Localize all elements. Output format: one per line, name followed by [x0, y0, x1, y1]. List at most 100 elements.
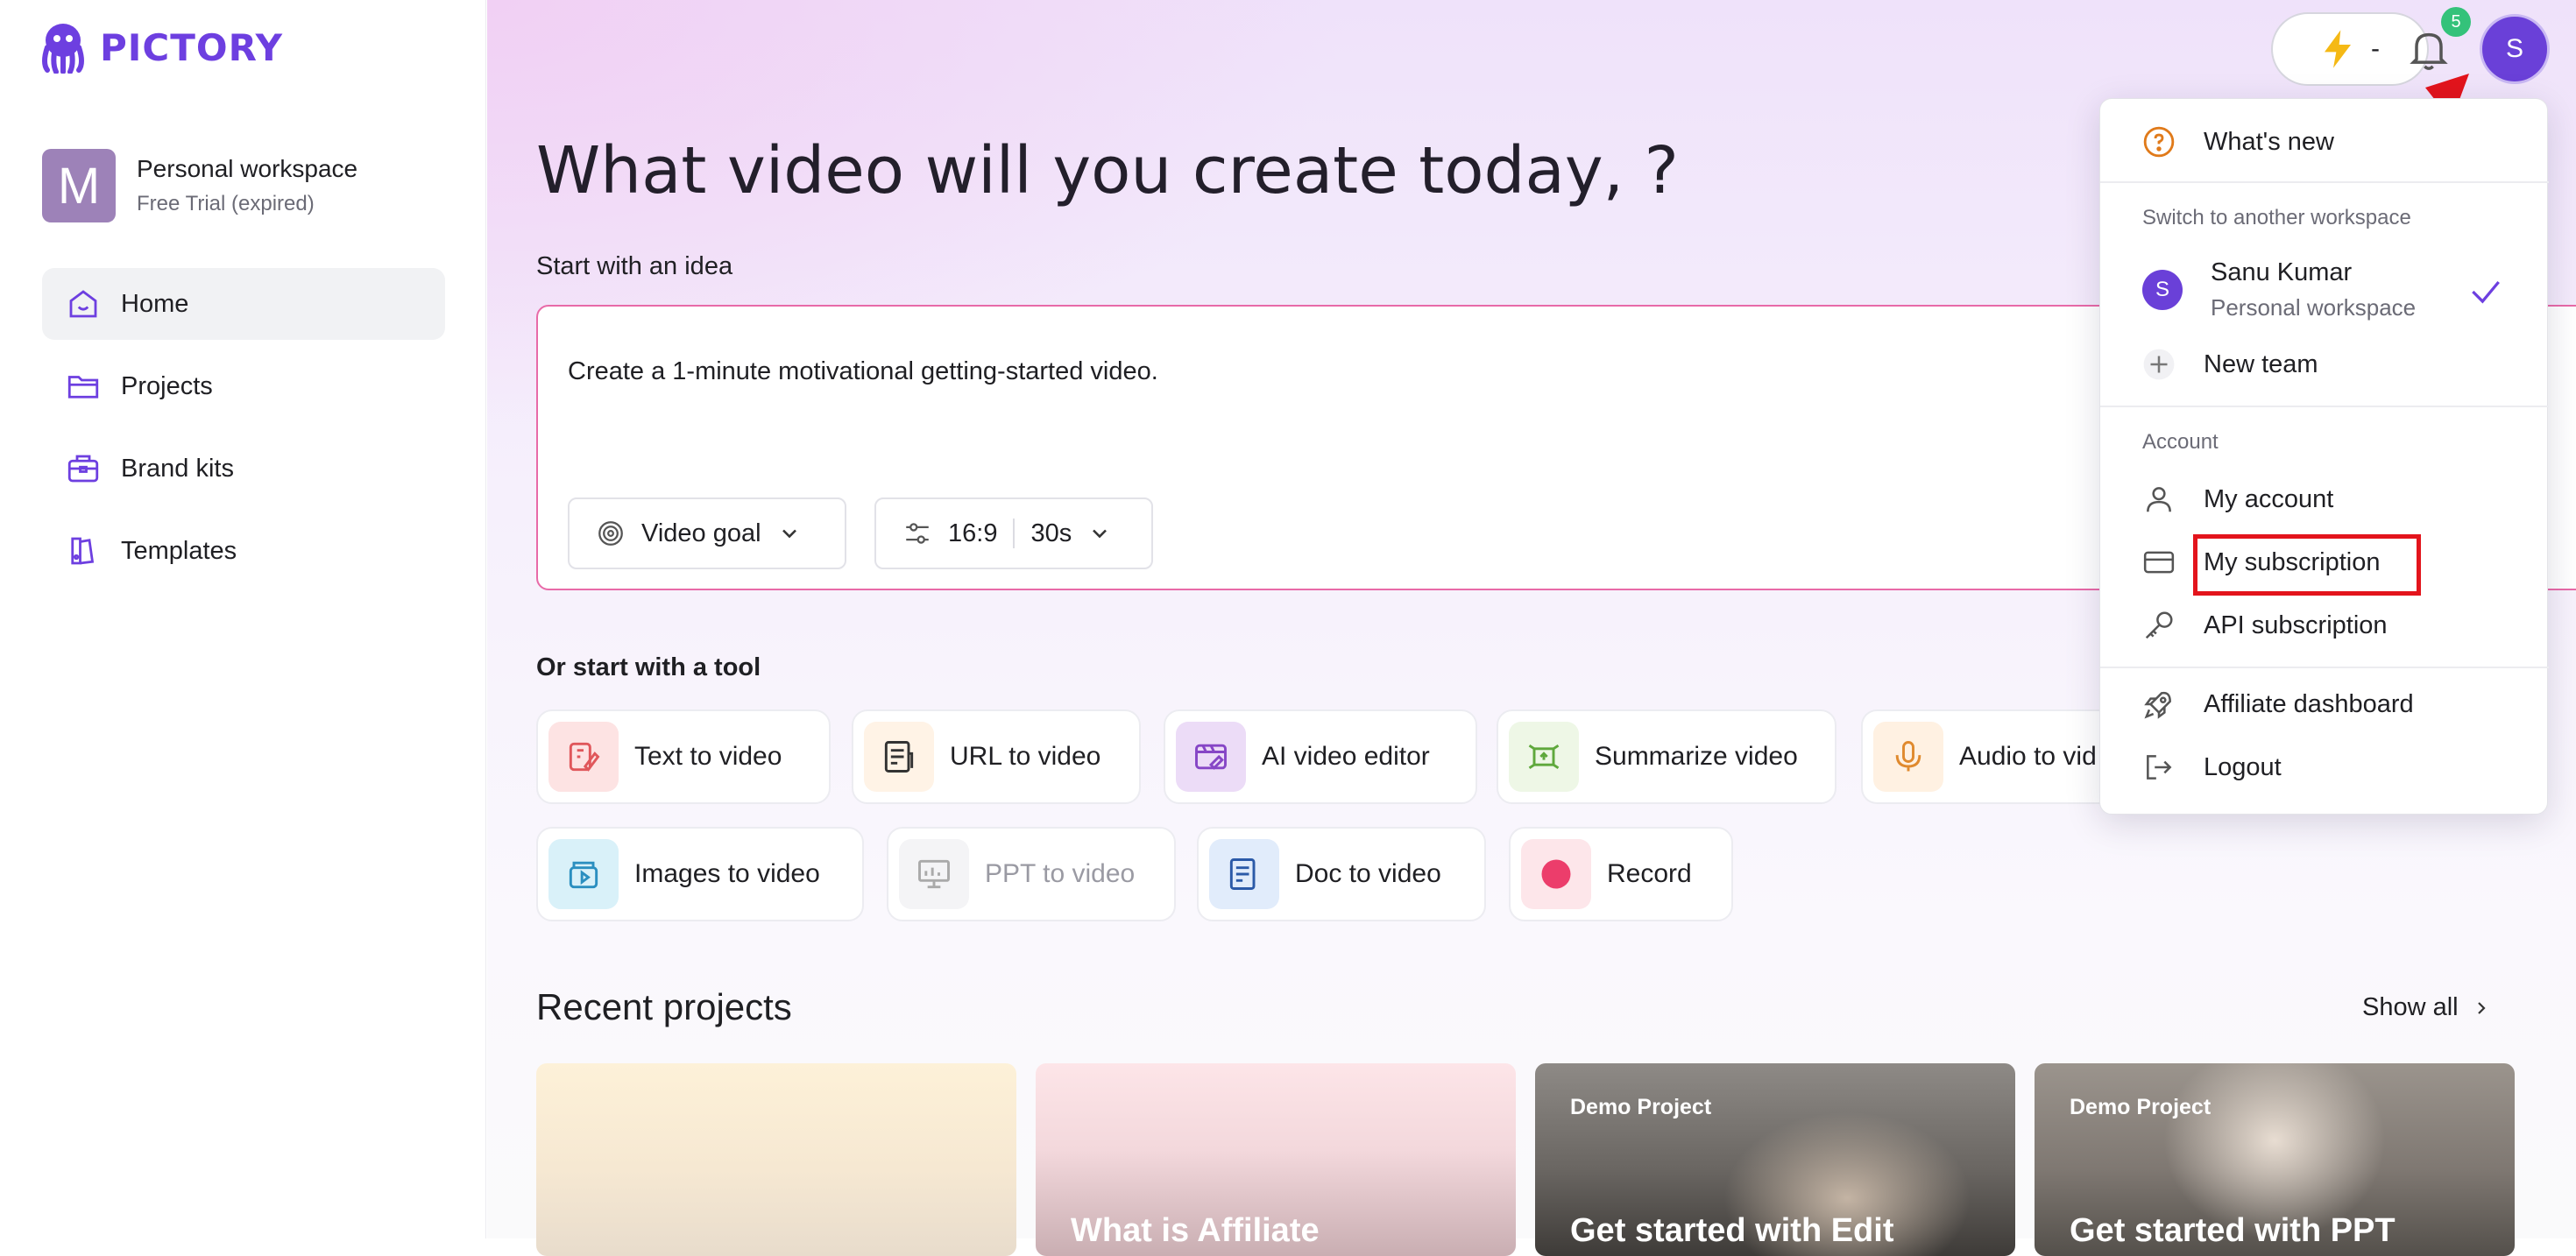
- chevron-down-icon: [782, 529, 796, 539]
- menu-divider: [2100, 406, 2549, 407]
- idea-prompt-input[interactable]: Create a 1-minute motivational getting-s…: [568, 357, 1158, 386]
- logout-icon: [2147, 755, 2172, 780]
- user-avatar-button[interactable]: S: [2480, 14, 2550, 84]
- url-to-video-icon: [864, 722, 934, 792]
- user-icon: [2147, 487, 2171, 512]
- project-card[interactable]: [536, 1063, 1016, 1256]
- idea-label: Start with an idea: [536, 252, 733, 280]
- project-tag: Demo Project: [1570, 1095, 1712, 1119]
- highlight-box: [2193, 534, 2421, 596]
- menu-item-label: New team: [2204, 349, 2318, 378]
- menu-item-label: Logout: [2204, 752, 2282, 781]
- sidebar-item-label: Brand kits: [121, 454, 234, 483]
- menu-item-label: My account: [2204, 484, 2334, 513]
- chevron-down-icon: [1093, 529, 1108, 539]
- project-card[interactable]: Demo Project Get started with Edit: [1535, 1063, 2015, 1256]
- logo-text: PICTORY: [100, 25, 284, 69]
- target-icon: [598, 521, 623, 546]
- workspace-avatar: M: [42, 149, 116, 222]
- tool-url-to-video[interactable]: URL to video: [852, 709, 1141, 804]
- project-card[interactable]: What is Affiliate: [1036, 1063, 1516, 1256]
- sidebar-item-label: Templates: [121, 536, 237, 565]
- ppt-to-video-icon: [899, 839, 969, 909]
- menu-item-label: API subscription: [2204, 610, 2388, 639]
- tool-images-to-video[interactable]: Images to video: [536, 827, 864, 921]
- text-to-video-icon: [548, 722, 619, 792]
- recent-projects-title: Recent projects: [536, 986, 792, 1027]
- workspace-user-avatar: S: [2142, 270, 2183, 310]
- home-icon: [69, 290, 97, 318]
- chevron-right-icon: [2477, 1001, 2486, 1014]
- project-title: Get started with PPT: [2070, 1212, 2396, 1249]
- tool-doc-to-video[interactable]: Doc to video: [1197, 827, 1486, 921]
- project-title: What is Affiliate: [1071, 1212, 1320, 1249]
- workspace-switcher[interactable]: M Personal workspace Free Trial (expired…: [42, 149, 357, 222]
- project-title: Get started with Edit: [1570, 1212, 1894, 1249]
- sidebar-item-templates[interactable]: Templates: [42, 515, 445, 587]
- menu-item-label: What's new: [2204, 127, 2334, 156]
- credits-value: -: [2371, 34, 2380, 63]
- tool-label: Doc to video: [1295, 859, 1441, 888]
- folder-icon: [67, 376, 99, 399]
- tool-record[interactable]: Record: [1509, 827, 1733, 921]
- tool-label: Audio to vid: [1959, 742, 2097, 771]
- project-card[interactable]: Demo Project Get started with PPT: [2035, 1063, 2515, 1256]
- tool-label: URL to video: [950, 742, 1101, 771]
- show-all-label: Show all: [2362, 993, 2459, 1021]
- tool-audio-to-video[interactable]: Audio to vid: [1861, 709, 2124, 804]
- tool-label: PPT to video: [985, 859, 1136, 888]
- sidebar-item-brand-kits[interactable]: Brand kits: [42, 433, 445, 505]
- workspace-user-type: Personal workspace: [2211, 294, 2417, 321]
- tool-label: AI video editor: [1262, 742, 1430, 771]
- tool-summarize-video[interactable]: Summarize video: [1497, 709, 1836, 804]
- project-tag: Demo Project: [2070, 1095, 2212, 1119]
- sliders-icon: [906, 523, 929, 544]
- rocket-icon: [2144, 691, 2171, 719]
- tool-label: Text to video: [634, 742, 782, 771]
- tool-section-label: Or start with a tool: [536, 653, 761, 681]
- tool-label: Images to video: [634, 859, 820, 888]
- sidebar-item-home[interactable]: Home: [42, 268, 445, 340]
- menu-section-switch-workspace: Switch to another workspace: [2142, 206, 2411, 229]
- divider: [1013, 519, 1016, 548]
- duration-value: 30s: [1030, 519, 1072, 547]
- menu-item-whats-new[interactable]: What's new: [2142, 125, 2334, 159]
- summarize-video-icon: [1509, 722, 1579, 792]
- notification-badge: 5: [2441, 7, 2471, 37]
- workspace-status: Free Trial (expired): [137, 192, 315, 215]
- tool-label: Record: [1607, 859, 1692, 888]
- menu-item-workspace-sanu-kumar[interactable]: S Sanu Kumar Personal workspace: [2142, 258, 2510, 321]
- aspect-ratio-value: 16:9: [948, 519, 998, 547]
- plus-icon: [2143, 349, 2175, 380]
- format-duration-dropdown[interactable]: 16:9 30s: [874, 497, 1153, 569]
- doc-to-video-icon: [1209, 839, 1279, 909]
- credit-card-icon: [2143, 551, 2175, 574]
- sidebar-item-projects[interactable]: Projects: [42, 350, 445, 422]
- briefcase-icon: [67, 455, 99, 483]
- video-goal-dropdown[interactable]: Video goal: [568, 497, 846, 569]
- video-goal-label: Video goal: [641, 519, 761, 547]
- octopus-logo-icon: [42, 24, 84, 74]
- menu-item-affiliate-dashboard[interactable]: Affiliate dashboard: [2142, 688, 2414, 721]
- workspace-user-name: Sanu Kumar: [2211, 258, 2353, 286]
- key-icon: [2145, 611, 2173, 639]
- menu-item-api-subscription[interactable]: API subscription: [2142, 609, 2388, 642]
- tool-label: Summarize video: [1595, 742, 1798, 771]
- workspace-name: Personal workspace: [137, 155, 358, 182]
- tool-ppt-to-video[interactable]: PPT to video: [887, 827, 1176, 921]
- sidebar: PICTORY M Personal workspace Free Trial …: [0, 0, 486, 1238]
- menu-item-my-account[interactable]: My account: [2142, 483, 2333, 516]
- menu-item-new-team[interactable]: New team: [2142, 348, 2318, 381]
- question-circle-icon: [2143, 126, 2175, 158]
- user-menu-dropdown: What's new Switch to another workspace S…: [2099, 98, 2549, 815]
- pictory-logo[interactable]: PICTORY: [39, 21, 283, 74]
- show-all-link[interactable]: Show all: [2362, 993, 2492, 1022]
- sidebar-item-label: Projects: [121, 371, 213, 400]
- tool-ai-video-editor[interactable]: AI video editor: [1164, 709, 1477, 804]
- images-to-video-icon: [548, 839, 619, 909]
- ai-video-editor-icon: [1176, 722, 1246, 792]
- microphone-icon: [1873, 722, 1943, 792]
- tool-text-to-video[interactable]: Text to video: [536, 709, 831, 804]
- menu-section-account: Account: [2142, 430, 2219, 454]
- menu-item-logout[interactable]: Logout: [2142, 751, 2282, 784]
